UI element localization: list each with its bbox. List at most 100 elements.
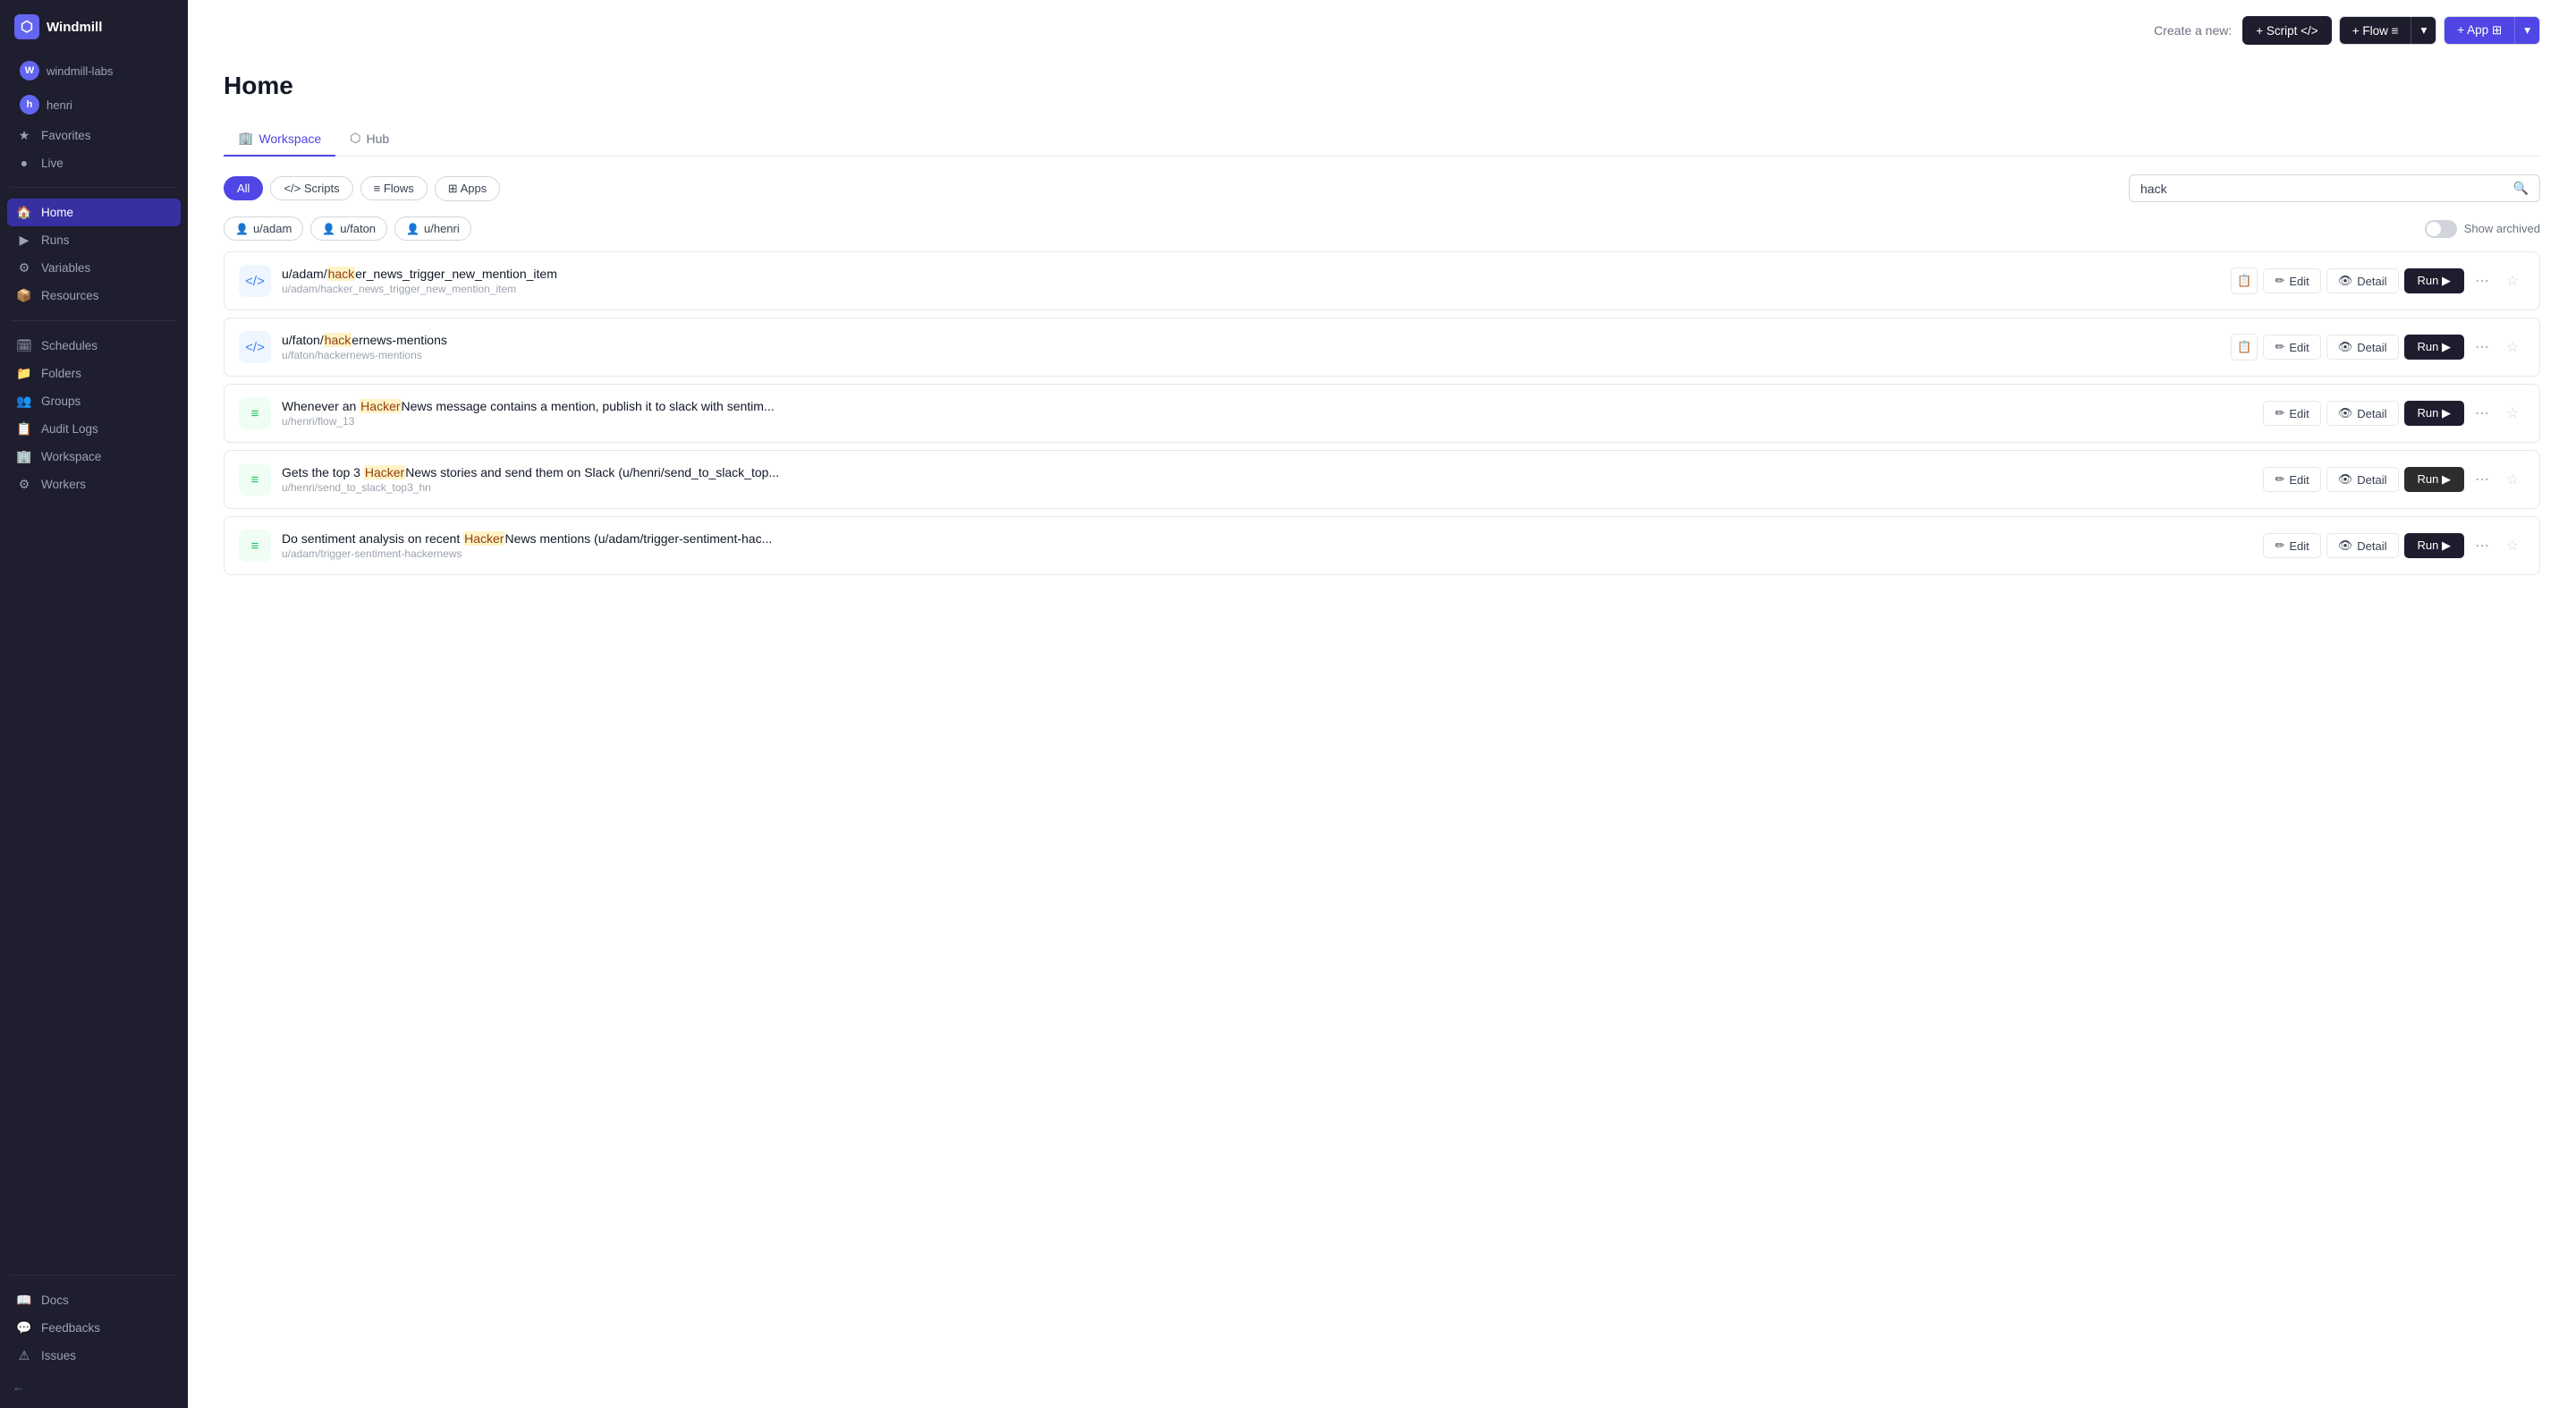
star-button-2[interactable]: ☆ — [2500, 335, 2525, 360]
script-type-icon-2: </> — [245, 340, 265, 355]
workspace-label: Workspace — [41, 450, 101, 463]
run-label-1: Run ▶ — [2418, 274, 2451, 288]
sidebar-item-favorites[interactable]: ★ Favorites — [7, 122, 181, 149]
more-button-4[interactable]: ⋯ — [2470, 467, 2495, 492]
org-item: W windmill-labs — [7, 54, 181, 88]
filter-flows[interactable]: ≡ Flows — [360, 176, 428, 200]
more-button-1[interactable]: ⋯ — [2470, 268, 2495, 293]
runs-icon: ▶ — [16, 233, 32, 248]
sidebar-item-schedules[interactable]: 🗓 Schedules — [7, 332, 181, 360]
result-icon-4: ≡ — [239, 463, 271, 496]
run-button-5[interactable]: Run ▶ — [2404, 533, 2464, 558]
search-input[interactable] — [2140, 182, 2506, 196]
docs-icon: 📖 — [16, 1293, 32, 1308]
result-icon-5: ≡ — [239, 530, 271, 562]
result-item-5: ≡ Do sentiment analysis on recent Hacker… — [224, 516, 2540, 575]
folders-icon: 📁 — [16, 366, 32, 381]
user-filter-henri[interactable]: 👤 u/henri — [394, 216, 471, 241]
runs-label: Runs — [41, 233, 70, 247]
results-list: </> u/adam/hacker_news_trigger_new_menti… — [224, 251, 2540, 575]
groups-label: Groups — [41, 394, 80, 408]
user-item[interactable]: h henri — [7, 88, 181, 122]
app-logo[interactable]: ⬡ Windmill — [0, 0, 188, 50]
result-highlight-2: hack — [324, 333, 352, 347]
sidebar-item-runs[interactable]: ▶ Runs — [7, 226, 181, 254]
create-app-dropdown-button[interactable]: ▾ — [2515, 17, 2539, 44]
star-button-4[interactable]: ☆ — [2500, 467, 2525, 492]
flow-type-icon-3: ≡ — [251, 406, 259, 421]
result-highlight-5: Hacker — [463, 531, 504, 546]
sidebar-item-home[interactable]: 🏠 Home — [7, 199, 181, 226]
star-button-3[interactable]: ☆ — [2500, 401, 2525, 426]
copy-button-1[interactable]: 📋 — [2231, 267, 2258, 294]
result-info-3: Whenever an HackerNews message contains … — [282, 399, 2252, 428]
filter-all[interactable]: All — [224, 176, 263, 200]
create-flow-button[interactable]: + Flow ≡ — [2340, 17, 2412, 44]
logo-icon: ⬡ — [14, 14, 39, 39]
user-faton-label: u/faton — [340, 222, 376, 235]
run-label-4: Run ▶ — [2418, 472, 2451, 487]
flow-type-icon-5: ≡ — [251, 539, 259, 554]
issues-label: Issues — [41, 1349, 76, 1362]
more-button-3[interactable]: ⋯ — [2470, 401, 2495, 426]
sidebar-item-audit-logs[interactable]: 📋 Audit Logs — [7, 415, 181, 443]
result-title-4: Gets the top 3 HackerNews stories and se… — [282, 465, 2252, 479]
filter-row: All </> Scripts ≡ Flows ⊞ Apps 🔍 — [224, 174, 2540, 202]
user-filter-faton[interactable]: 👤 u/faton — [310, 216, 387, 241]
filter-scripts[interactable]: </> Scripts — [270, 176, 352, 200]
detail-button-2[interactable]: 👁 Detail — [2326, 335, 2399, 360]
create-flow-dropdown-button[interactable]: ▾ — [2411, 17, 2436, 44]
detail-button-3[interactable]: 👁 Detail — [2326, 401, 2399, 426]
filter-scripts-label: Scripts — [304, 182, 340, 195]
sidebar-item-variables[interactable]: ⚙ Variables — [7, 254, 181, 282]
run-button-1[interactable]: Run ▶ — [2404, 268, 2464, 293]
user-filter-adam[interactable]: 👤 u/adam — [224, 216, 303, 241]
copy-button-2[interactable]: 📋 — [2231, 334, 2258, 360]
star-button-5[interactable]: ☆ — [2500, 533, 2525, 558]
detail-icon-4: 👁 — [2338, 472, 2353, 487]
more-button-2[interactable]: ⋯ — [2470, 335, 2495, 360]
sidebar-item-workspace[interactable]: 🏢 Workspace — [7, 443, 181, 471]
sidebar-item-docs[interactable]: 📖 Docs — [7, 1286, 181, 1314]
create-script-button[interactable]: + Script </> — [2242, 16, 2331, 45]
workers-icon: ⚙ — [16, 477, 32, 492]
detail-button-5[interactable]: 👁 Detail — [2326, 533, 2399, 558]
run-button-4[interactable]: Run ▶ — [2404, 467, 2464, 492]
search-box[interactable]: 🔍 — [2129, 174, 2540, 202]
sidebar-item-resources[interactable]: 📦 Resources — [7, 282, 181, 310]
more-button-5[interactable]: ⋯ — [2470, 533, 2495, 558]
run-label-2: Run ▶ — [2418, 340, 2451, 354]
edit-button-1[interactable]: ✏ Edit — [2263, 268, 2320, 293]
filter-apps-icon: ⊞ — [448, 182, 461, 195]
back-button[interactable]: ← — [0, 1373, 188, 1401]
run-button-3[interactable]: Run ▶ — [2404, 401, 2464, 426]
detail-button-4[interactable]: 👁 Detail — [2326, 467, 2399, 492]
sidebar-item-groups[interactable]: 👥 Groups — [7, 387, 181, 415]
run-button-2[interactable]: Run ▶ — [2404, 335, 2464, 360]
sidebar-item-folders[interactable]: 📁 Folders — [7, 360, 181, 387]
show-archived-toggle[interactable] — [2425, 220, 2457, 238]
sidebar-item-feedbacks[interactable]: 💬 Feedbacks — [7, 1314, 181, 1342]
sidebar-item-issues[interactable]: ⚠ Issues — [7, 1342, 181, 1370]
edit-button-5[interactable]: ✏ Edit — [2263, 533, 2320, 558]
result-icon-2: </> — [239, 331, 271, 363]
edit-button-3[interactable]: ✏ Edit — [2263, 401, 2320, 426]
main-content: Home 🏢 Workspace ⬡ Hub All </> Scripts ≡… — [188, 0, 2576, 1408]
result-actions-2: 📋 ✏ Edit 👁 Detail Run ▶ ⋯ ☆ — [2231, 334, 2525, 360]
edit-button-4[interactable]: ✏ Edit — [2263, 467, 2320, 492]
edit-button-2[interactable]: ✏ Edit — [2263, 335, 2320, 360]
star-button-1[interactable]: ☆ — [2500, 268, 2525, 293]
edit-icon-2: ✏ — [2275, 340, 2284, 354]
sidebar-item-live[interactable]: ● Live — [7, 149, 181, 176]
schedules-label: Schedules — [41, 339, 97, 352]
result-highlight-1: hack — [327, 267, 356, 281]
filter-flows-label: Flows — [384, 182, 414, 195]
detail-label-5: Detail — [2357, 539, 2386, 553]
tab-workspace[interactable]: 🏢 Workspace — [224, 122, 335, 157]
create-app-button[interactable]: + App ⊞ — [2445, 17, 2515, 44]
filter-apps[interactable]: ⊞ Apps — [435, 176, 500, 201]
tab-hub[interactable]: ⬡ Hub — [335, 122, 403, 157]
detail-label-4: Detail — [2357, 473, 2386, 487]
detail-button-1[interactable]: 👁 Detail — [2326, 268, 2399, 293]
sidebar-item-workers[interactable]: ⚙ Workers — [7, 471, 181, 498]
